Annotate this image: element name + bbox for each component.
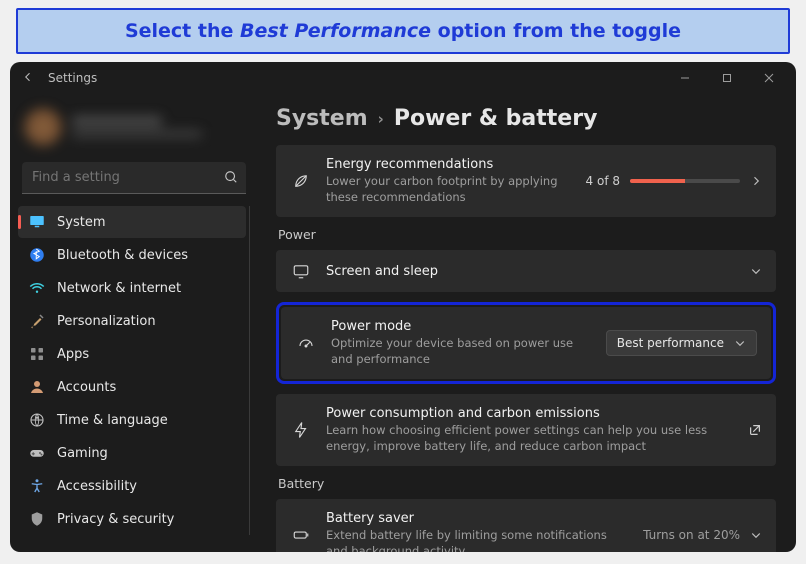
search-input[interactable] <box>22 162 246 193</box>
chevron-right-icon <box>750 175 762 187</box>
consumption-title: Power consumption and carbon emissions <box>326 406 734 421</box>
search-field[interactable] <box>22 162 246 194</box>
sidebar-item-time-language[interactable]: Time & language <box>18 404 246 436</box>
window-title: Settings <box>48 71 97 85</box>
sidebar: System Bluetooth & devices Network & inter… <box>10 94 258 552</box>
globe-icon <box>28 411 46 429</box>
wifi-icon <box>28 279 46 297</box>
sidebar-item-label: System <box>57 215 105 230</box>
chevron-down-icon <box>750 529 762 541</box>
sidebar-item-label: Personalization <box>57 314 156 329</box>
breadcrumb-parent[interactable]: System <box>276 106 368 131</box>
sidebar-item-accounts[interactable]: Accounts <box>18 371 246 403</box>
energy-title: Energy recommendations <box>326 157 572 172</box>
instruction-callout: Select the Best Performance option from … <box>16 8 790 54</box>
sidebar-item-label: Gaming <box>57 446 108 461</box>
power-mode-selected: Best performance <box>617 336 724 350</box>
sidebar-item-label: Bluetooth & devices <box>57 248 188 263</box>
screen-icon <box>290 262 312 280</box>
accessibility-icon <box>28 477 46 495</box>
sidebar-item-gaming[interactable]: Gaming <box>18 437 246 469</box>
leaf-icon <box>290 172 312 190</box>
close-button[interactable] <box>748 64 790 92</box>
power-mode-dropdown[interactable]: Best performance <box>606 330 757 356</box>
avatar <box>24 108 62 146</box>
account-info[interactable] <box>18 102 250 158</box>
battery-saver-title: Battery saver <box>326 511 629 526</box>
callout-em: Best Performance <box>240 20 431 42</box>
sidebar-item-label: Apps <box>57 347 89 362</box>
sidebar-item-label: Accounts <box>57 380 116 395</box>
sidebar-item-network-internet[interactable]: Network & internet <box>18 272 246 304</box>
consumption-subtitle: Learn how choosing efficient power setti… <box>326 423 734 454</box>
battery-icon <box>290 526 312 544</box>
sidebar-item-personalization[interactable]: Personalization <box>18 305 246 337</box>
person-icon <box>28 378 46 396</box>
section-power: Power <box>278 227 776 242</box>
energy-icon <box>290 421 312 439</box>
monitor-icon <box>28 213 46 231</box>
breadcrumb: System › Power & battery <box>276 106 776 131</box>
gamepad-icon <box>28 444 46 462</box>
energy-progress <box>630 179 740 183</box>
battery-saver-row[interactable]: Battery saver Extend battery life by lim… <box>276 499 776 552</box>
power-mode-highlight: Power mode Optimize your device based on… <box>276 302 776 384</box>
maximize-button[interactable] <box>706 64 748 92</box>
sidebar-item-label: Time & language <box>57 413 168 428</box>
chevron-down-icon <box>750 265 762 277</box>
sidebar-item-label: Accessibility <box>57 479 137 494</box>
window-controls <box>664 64 790 92</box>
energy-subtitle: Lower your carbon footprint by applying … <box>326 174 572 205</box>
power-mode-title: Power mode <box>331 319 592 334</box>
chevron-right-icon: › <box>378 110 384 128</box>
energy-recommendations-card[interactable]: Energy recommendations Lower your carbon… <box>276 145 776 217</box>
screen-sleep-title: Screen and sleep <box>326 264 736 279</box>
grid-icon <box>28 345 46 363</box>
nav-list: System Bluetooth & devices Network & inter… <box>18 206 250 535</box>
chevron-down-icon <box>734 337 746 349</box>
sidebar-item-accessibility[interactable]: Accessibility <box>18 470 246 502</box>
sidebar-item-label: Network & internet <box>57 281 181 296</box>
sidebar-item-privacy-security[interactable]: Privacy & security <box>18 503 246 535</box>
back-button[interactable] <box>22 71 34 86</box>
power-mode-subtitle: Optimize your device based on power use … <box>331 336 592 367</box>
section-battery: Battery <box>278 476 776 491</box>
titlebar: Settings <box>10 62 796 94</box>
sidebar-item-bluetooth-devices[interactable]: Bluetooth & devices <box>18 239 246 271</box>
page-title: Power & battery <box>394 106 598 131</box>
brush-icon <box>28 312 46 330</box>
settings-window: Settings System Bluetooth & devices Networ… <box>10 62 796 552</box>
bluetooth-icon <box>28 246 46 264</box>
power-mode-row: Power mode Optimize your device based on… <box>281 307 771 379</box>
shield-icon <box>28 510 46 528</box>
callout-post: option from the toggle <box>438 20 681 42</box>
battery-saver-status: Turns on at 20% <box>643 528 740 542</box>
sidebar-item-label: Privacy & security <box>57 512 174 527</box>
sidebar-item-apps[interactable]: Apps <box>18 338 246 370</box>
search-icon <box>224 169 238 188</box>
battery-saver-subtitle: Extend battery life by limiting some not… <box>326 528 629 552</box>
screen-and-sleep-row[interactable]: Screen and sleep <box>276 250 776 292</box>
content-pane: System › Power & battery Energy recommen… <box>258 94 796 552</box>
external-link-icon <box>748 423 762 437</box>
minimize-button[interactable] <box>664 64 706 92</box>
gauge-icon <box>295 334 317 352</box>
power-consumption-row[interactable]: Power consumption and carbon emissions L… <box>276 394 776 466</box>
callout-pre: Select the <box>125 20 240 42</box>
sidebar-item-system[interactable]: System <box>18 206 246 238</box>
energy-count: 4 of 8 <box>586 174 620 188</box>
